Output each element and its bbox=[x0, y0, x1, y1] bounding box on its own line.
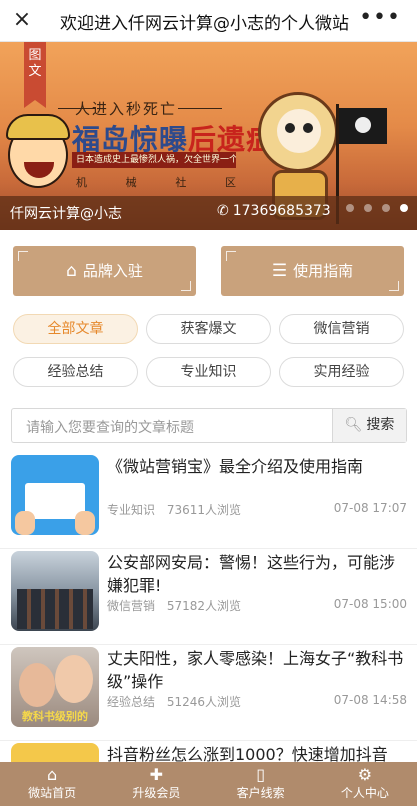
category-all-articles[interactable]: 全部文章 bbox=[13, 314, 138, 344]
nav-label: 个人中心 bbox=[340, 786, 389, 800]
corner-ornament bbox=[226, 251, 236, 261]
article-thumbnail bbox=[11, 551, 99, 631]
search-icon: 🔍︎ bbox=[344, 417, 363, 433]
phone-icon: ✆ bbox=[217, 203, 229, 219]
article-meta: 专业知识 73611人浏览 07-08 17:07 bbox=[107, 501, 407, 518]
carousel-dot[interactable] bbox=[346, 204, 354, 212]
article-item[interactable]: 抖音粉丝怎么涨到1000？快速增加抖音 bbox=[0, 741, 417, 762]
nav-label: 升级会员 bbox=[132, 786, 181, 800]
article-thumbnail bbox=[11, 743, 99, 762]
thumbnail-caption: 教科书级别的 bbox=[22, 710, 88, 723]
woman-face bbox=[19, 663, 55, 707]
nav-item-leads[interactable]: ▯ 客户线索 bbox=[209, 762, 313, 806]
close-icon[interactable]: × bbox=[10, 8, 34, 32]
article-category: 专业知识 bbox=[107, 503, 156, 517]
man-face bbox=[55, 655, 93, 703]
carousel-dot-active[interactable] bbox=[400, 204, 408, 212]
banner-tag: 图文 bbox=[24, 42, 46, 108]
phone-icon: ▯ bbox=[256, 765, 266, 784]
article-title[interactable]: 《微站营销宝》最全介绍及使用指南 bbox=[107, 455, 407, 478]
corner-ornament bbox=[181, 281, 191, 291]
brand-join-label: 品牌入驻 bbox=[82, 262, 143, 280]
guide-icon: ☰ bbox=[271, 261, 288, 281]
user-guide-label: 使用指南 bbox=[293, 262, 354, 280]
article-title[interactable]: 丈夫阳性，家人零感染！上海女子“教科书级”操作 bbox=[107, 647, 407, 693]
nav-item-profile[interactable]: ⚙ 个人中心 bbox=[313, 762, 417, 806]
category-practical-experience[interactable]: 实用经验 bbox=[279, 357, 404, 387]
article-time: 07-08 14:58 bbox=[333, 693, 407, 707]
article-title[interactable]: 抖音粉丝怎么涨到1000？快速增加抖音 bbox=[107, 743, 407, 762]
banner-kicker: 人进入秒死亡 bbox=[75, 100, 178, 118]
carousel-dot[interactable] bbox=[364, 204, 372, 212]
article-item[interactable]: 教科书级别的 丈夫阳性，家人零感染！上海女子“教科书级”操作 经验总结 5124… bbox=[0, 645, 417, 741]
banner-strip: 日本造成史上最惨烈人祸，欠全世界一个交代! bbox=[72, 152, 236, 168]
nav-label: 微站首页 bbox=[28, 786, 77, 800]
mouth bbox=[24, 162, 54, 178]
article-meta: 经验总结 51246人浏览 07-08 14:58 bbox=[107, 693, 407, 710]
banner-chars: 机 械 社 区 bbox=[76, 174, 236, 190]
corner-ornament bbox=[389, 281, 399, 291]
gear-icon: ⚙ bbox=[357, 765, 373, 784]
article-time: 07-08 15:00 bbox=[333, 597, 407, 611]
bottom-nav: ⌂ 微站首页 ✚ 升级会员 ▯ 客户线索 ⚙ 个人中心 bbox=[0, 762, 417, 806]
home-icon: ⌂ bbox=[47, 765, 58, 784]
banner-char: 区 bbox=[224, 176, 236, 189]
banner-char: 社 bbox=[175, 176, 187, 189]
phone-text: 17369685373 bbox=[232, 203, 331, 219]
article-thumbnail bbox=[11, 455, 99, 535]
search-bar: 请输入您要查询的文章标题 🔍︎ 搜索 bbox=[11, 408, 407, 443]
pirate-flag-image bbox=[339, 108, 387, 144]
divider bbox=[178, 108, 222, 109]
eye bbox=[285, 123, 295, 133]
brand-join-button[interactable]: ⌂ 品牌入驻 bbox=[13, 246, 196, 296]
category-professional-knowledge[interactable]: 专业知识 bbox=[146, 357, 271, 387]
search-button-label: 搜索 bbox=[366, 417, 395, 433]
top-bar: × 欢迎进入仟网云计算@小志的个人微站 ••• bbox=[0, 0, 417, 42]
nav-label: 客户线索 bbox=[236, 786, 285, 800]
article-views: 57182人浏览 bbox=[166, 599, 242, 613]
nav-item-upgrade[interactable]: ✚ 升级会员 bbox=[104, 762, 208, 806]
astronaut-helmet-image bbox=[258, 92, 338, 172]
article-item[interactable]: 《微站营销宝》最全介绍及使用指南 专业知识 73611人浏览 07-08 17:… bbox=[0, 453, 417, 549]
search-button[interactable]: 🔍︎ 搜索 bbox=[332, 409, 406, 442]
article-thumbnail: 教科书级别的 bbox=[11, 647, 99, 727]
straw-hat bbox=[6, 114, 70, 140]
article-views: 73611人浏览 bbox=[166, 503, 242, 517]
carousel-dot[interactable] bbox=[382, 204, 390, 212]
banner-char: 械 bbox=[125, 176, 137, 189]
banner-char: 机 bbox=[76, 176, 87, 189]
carousel-dots[interactable] bbox=[346, 204, 408, 212]
category-experience-summary[interactable]: 经验总结 bbox=[13, 357, 138, 387]
site-name: 仟网云计算@小志 bbox=[10, 206, 122, 222]
search-input[interactable]: 请输入您要查询的文章标题 bbox=[26, 417, 194, 437]
people-illustration bbox=[17, 589, 93, 629]
banner-carousel[interactable]: 图文 人进入秒死亡 福岛惊曝后遗症 日本造成史上最惨烈人祸，欠全世界一个交代! … bbox=[0, 42, 417, 230]
article-category: 微信营销 bbox=[107, 599, 156, 613]
corner-ornament bbox=[18, 251, 28, 261]
hand-illustration bbox=[15, 511, 35, 535]
article-meta: 微信营销 57182人浏览 07-08 15:00 bbox=[107, 597, 407, 614]
phone-number[interactable]: ✆ 17369685373 bbox=[217, 203, 331, 219]
eye bbox=[303, 123, 313, 133]
page-title: 欢迎进入仟网云计算@小志的个人微站 bbox=[60, 14, 349, 34]
category-wechat-marketing[interactable]: 微信营销 bbox=[279, 314, 404, 344]
article-views: 51246人浏览 bbox=[166, 695, 242, 709]
article-category: 经验总结 bbox=[107, 695, 156, 709]
article-item[interactable]: 公安部网安局：警惕！这些行为，可能涉嫌犯罪! 微信营销 57182人浏览 07-… bbox=[0, 549, 417, 645]
category-lead-articles[interactable]: 获客爆文 bbox=[146, 314, 271, 344]
article-time: 07-08 17:07 bbox=[333, 501, 407, 515]
skull bbox=[277, 109, 321, 153]
user-guide-button[interactable]: ☰ 使用指南 bbox=[221, 246, 404, 296]
shop-icon: ⌂ bbox=[66, 261, 77, 281]
nav-item-home[interactable]: ⌂ 微站首页 bbox=[0, 762, 104, 806]
cartoon-character-image bbox=[6, 114, 70, 188]
hand-illustration bbox=[75, 511, 95, 535]
article-title[interactable]: 公安部网安局：警惕！这些行为，可能涉嫌犯罪! bbox=[107, 551, 407, 597]
gift-icon: ✚ bbox=[149, 765, 164, 784]
more-options-icon[interactable]: ••• bbox=[359, 5, 401, 30]
